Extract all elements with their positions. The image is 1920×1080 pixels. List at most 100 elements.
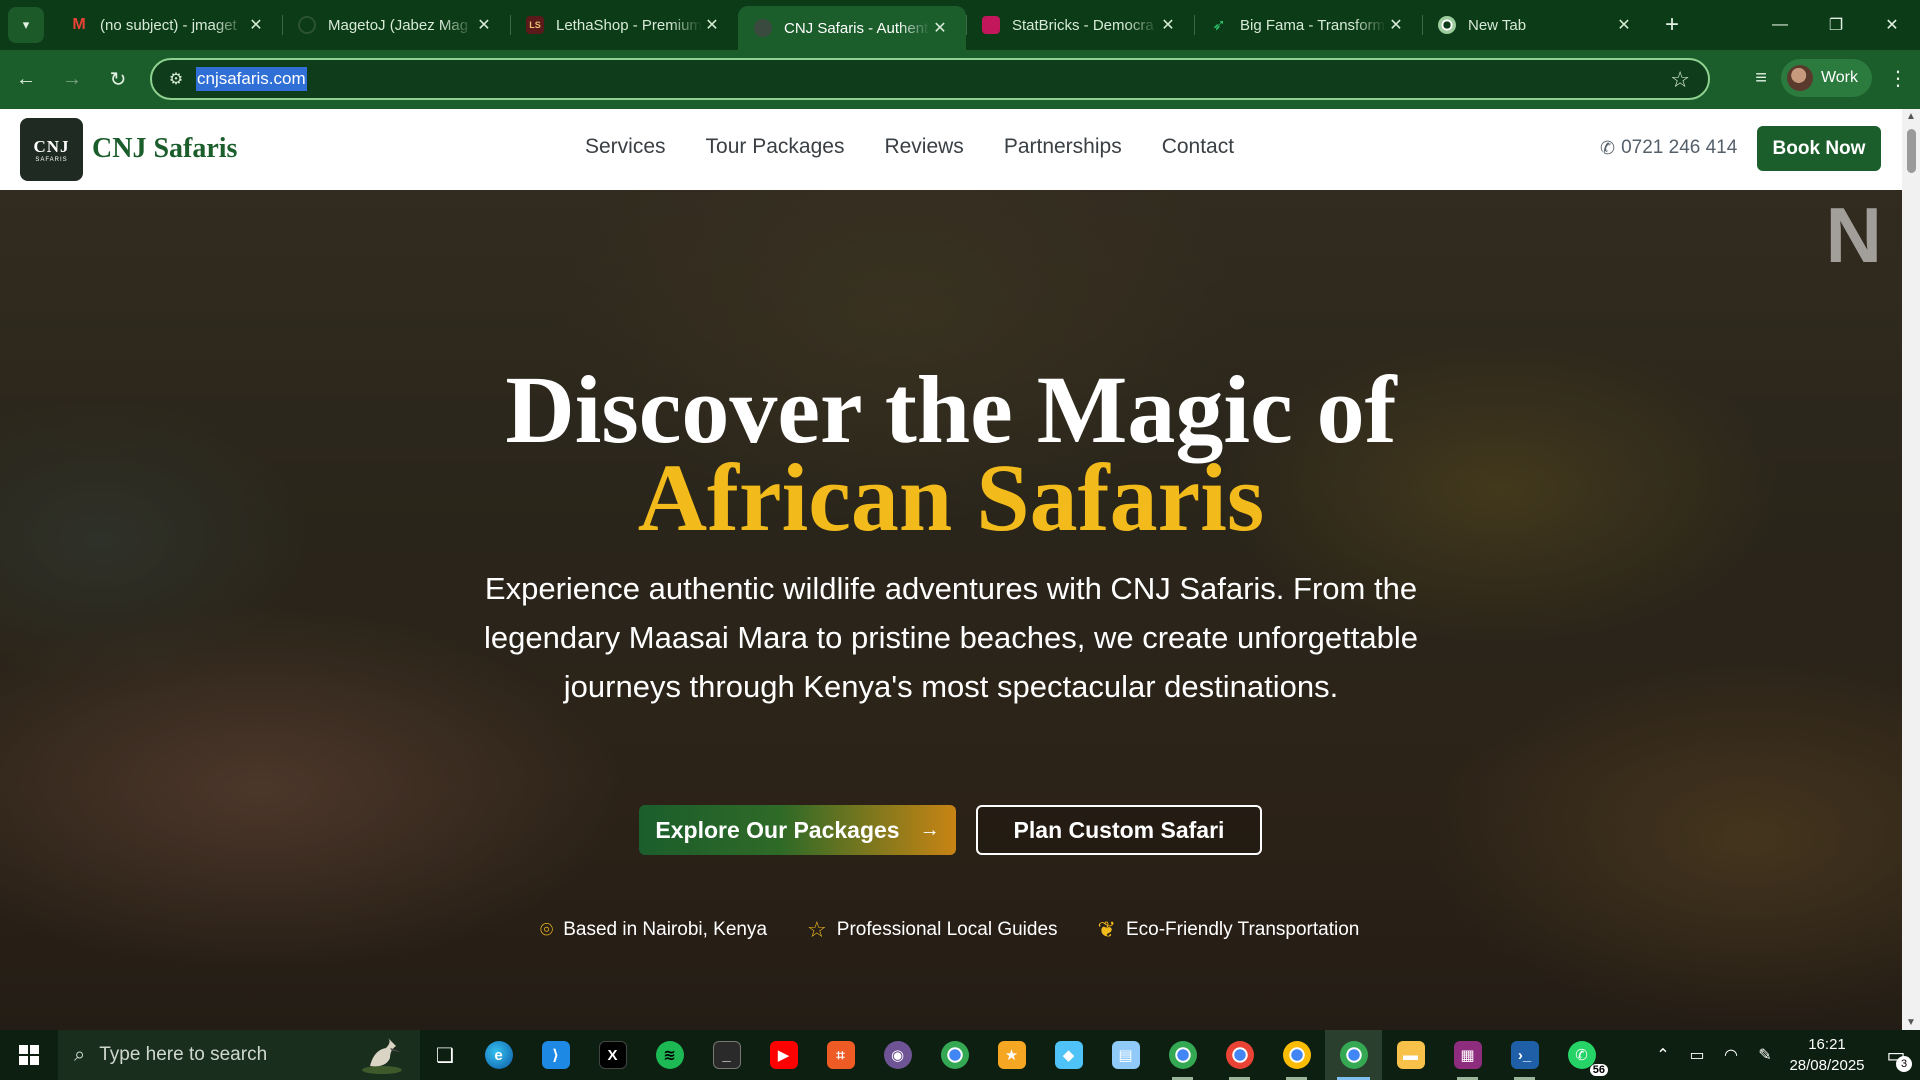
- address-bar[interactable]: ⚙ cnjsafaris.com ☆: [150, 58, 1710, 100]
- profile-button[interactable]: Work: [1780, 59, 1872, 97]
- brand-name[interactable]: CNJ Safaris: [92, 133, 237, 165]
- nav-services[interactable]: Services: [585, 135, 666, 159]
- taskbar-edge[interactable]: e: [470, 1030, 527, 1080]
- explore-packages-button[interactable]: Explore Our Packages →: [639, 805, 956, 855]
- taskbar-clock[interactable]: 16:21 28/08/2025: [1782, 1034, 1872, 1076]
- notes-icon: ▤: [1111, 1041, 1140, 1069]
- nav-reviews[interactable]: Reviews: [884, 135, 963, 159]
- url-text[interactable]: cnjsafaris.com: [196, 67, 307, 91]
- profile-label: Work: [1820, 69, 1858, 86]
- forward-arrow-icon[interactable]: →: [52, 60, 92, 100]
- tab-close-icon[interactable]: ✕: [702, 15, 722, 35]
- bookmark-star-icon[interactable]: ☆: [1670, 67, 1690, 93]
- taskbar-search-box[interactable]: ⌕ Type here to search: [58, 1030, 420, 1080]
- taskbar-chrome-profile-2[interactable]: [1211, 1030, 1268, 1080]
- map-pin-icon: ⌾: [540, 917, 554, 942]
- tab-close-icon[interactable]: ✕: [474, 15, 494, 35]
- nav-contact[interactable]: Contact: [1162, 135, 1234, 159]
- github-desktop-icon: ◉: [883, 1041, 912, 1069]
- taskbar-terminal[interactable]: _: [698, 1030, 755, 1080]
- tab-list: M (no subject) - jmaget ✕ MagetoJ (Jabez…: [54, 0, 1650, 50]
- task-view-icon[interactable]: ❑: [420, 1043, 470, 1068]
- tab-lethashop[interactable]: LS LethaShop - Premium ✕: [510, 0, 738, 50]
- phone-icon: ✆: [1600, 137, 1616, 158]
- taskbar-chrome[interactable]: [926, 1030, 983, 1080]
- taskbar-chrome-profile-1[interactable]: [1154, 1030, 1211, 1080]
- start-button[interactable]: [0, 1030, 58, 1080]
- taskbar-cube-app[interactable]: ◆: [1040, 1030, 1097, 1080]
- logo-text: CNJ: [33, 136, 70, 156]
- tab-title: CNJ Safaris - Authent: [784, 19, 929, 37]
- search-highlight-bird-icon: [362, 1038, 402, 1074]
- tab-close-icon[interactable]: ✕: [1386, 15, 1406, 35]
- wifi-icon[interactable]: ◠: [1714, 1045, 1748, 1065]
- site-logo[interactable]: CNJ SAFARIS: [20, 118, 83, 181]
- taskbar-spotify[interactable]: ≋: [641, 1030, 698, 1080]
- taskbar-x[interactable]: X: [584, 1030, 641, 1080]
- scroll-up-icon[interactable]: ▲: [1902, 111, 1920, 122]
- search-placeholder: Type here to search: [99, 1044, 268, 1065]
- taskbar-winrar[interactable]: ▦: [1439, 1030, 1496, 1080]
- scrollbar-thumb[interactable]: [1907, 129, 1916, 173]
- restore-icon[interactable]: ❐: [1808, 0, 1864, 50]
- pen-icon[interactable]: ✎: [1748, 1045, 1782, 1065]
- nav-tour-packages[interactable]: Tour Packages: [706, 135, 845, 159]
- phone-number: 0721 246 414: [1621, 137, 1738, 158]
- hero-subtitle: Experience authentic wildlife adventures…: [484, 571, 1418, 704]
- taskbar-file-explorer[interactable]: ▬: [1382, 1030, 1439, 1080]
- chevron-up-icon[interactable]: ⌃: [1646, 1045, 1680, 1065]
- feature-label: Professional Local Guides: [836, 919, 1058, 940]
- tab-new-tab[interactable]: New Tab ✕: [1422, 0, 1650, 50]
- tab-cnj-safaris[interactable]: CNJ Safaris - Authent ✕: [738, 6, 966, 50]
- taskbar-youtube[interactable]: ▶: [755, 1030, 812, 1080]
- taskbar-chrome-profile-3[interactable]: [1268, 1030, 1325, 1080]
- taskbar-postman[interactable]: ⌗: [812, 1030, 869, 1080]
- window-controls: — ❐ ✕: [1752, 0, 1920, 50]
- chrome-icon: [1339, 1041, 1368, 1069]
- taskbar-whatsapp[interactable]: ✆ 56: [1553, 1030, 1610, 1080]
- tab-close-icon[interactable]: ✕: [930, 18, 950, 38]
- close-window-icon[interactable]: ✕: [1864, 0, 1920, 50]
- taskbar-vscode[interactable]: ⟩: [527, 1030, 584, 1080]
- tab-close-icon[interactable]: ✕: [1614, 15, 1634, 35]
- chrome-icon: [1282, 1041, 1311, 1069]
- back-arrow-icon[interactable]: ←: [6, 60, 46, 100]
- main-nav: Services Tour Packages Reviews Partnersh…: [585, 135, 1274, 159]
- battery-icon[interactable]: ▭: [1680, 1045, 1714, 1065]
- nav-partnerships[interactable]: Partnerships: [1004, 135, 1122, 159]
- cnj-icon: [754, 19, 772, 37]
- chrome-icon: [1438, 16, 1456, 34]
- phone-link[interactable]: ✆ 0721 246 414: [1600, 137, 1737, 159]
- plan-custom-safari-button[interactable]: Plan Custom Safari: [976, 805, 1262, 855]
- tab-bigfama[interactable]: ➶ Big Fama - Transform ✕: [1194, 0, 1422, 50]
- tab-search-button[interactable]: ▾: [8, 7, 44, 43]
- minimize-icon[interactable]: —: [1752, 0, 1808, 50]
- reload-icon[interactable]: ↻: [98, 60, 138, 100]
- gmail-icon: M: [72, 16, 86, 33]
- scroll-down-icon[interactable]: ▼: [1902, 1017, 1920, 1028]
- media-controls-icon[interactable]: ≡: [1755, 67, 1767, 90]
- book-now-button[interactable]: Book Now: [1757, 126, 1881, 171]
- chrome-icon: [940, 1041, 969, 1069]
- tab-close-icon[interactable]: ✕: [1158, 15, 1178, 35]
- page-scrollbar[interactable]: ▲ ▼: [1902, 109, 1920, 1030]
- notification-center-icon[interactable]: ▭ 3: [1872, 1030, 1920, 1080]
- terminal-icon: _: [712, 1041, 741, 1069]
- site-info-icon[interactable]: ⚙: [156, 69, 196, 89]
- taskbar-chrome-work[interactable]: [1325, 1030, 1382, 1080]
- avatar: [1786, 65, 1813, 91]
- tab-statbricks[interactable]: StatBricks - Democra ✕: [966, 0, 1194, 50]
- tab-github[interactable]: MagetoJ (Jabez Mag ✕: [282, 0, 510, 50]
- page-viewport: CNJ SAFARIS CNJ Safaris Services Tour Pa…: [0, 109, 1920, 1030]
- clock-date: 28/08/2025: [1789, 1057, 1865, 1074]
- tab-gmail[interactable]: M (no subject) - jmaget ✕: [54, 0, 282, 50]
- taskbar-github-desktop[interactable]: ◉: [869, 1030, 926, 1080]
- new-tab-button[interactable]: +: [1654, 7, 1690, 43]
- feature-label: Based in Nairobi, Kenya: [563, 919, 768, 940]
- tab-close-icon[interactable]: ✕: [246, 15, 266, 35]
- taskbar-notes-app[interactable]: ▤: [1097, 1030, 1154, 1080]
- more-menu-icon[interactable]: ⋮: [1886, 66, 1910, 91]
- feature-item: ⌾ Based in Nairobi, Kenya: [540, 917, 767, 943]
- taskbar-medal-app[interactable]: ★: [983, 1030, 1040, 1080]
- taskbar-powershell[interactable]: ›_: [1496, 1030, 1553, 1080]
